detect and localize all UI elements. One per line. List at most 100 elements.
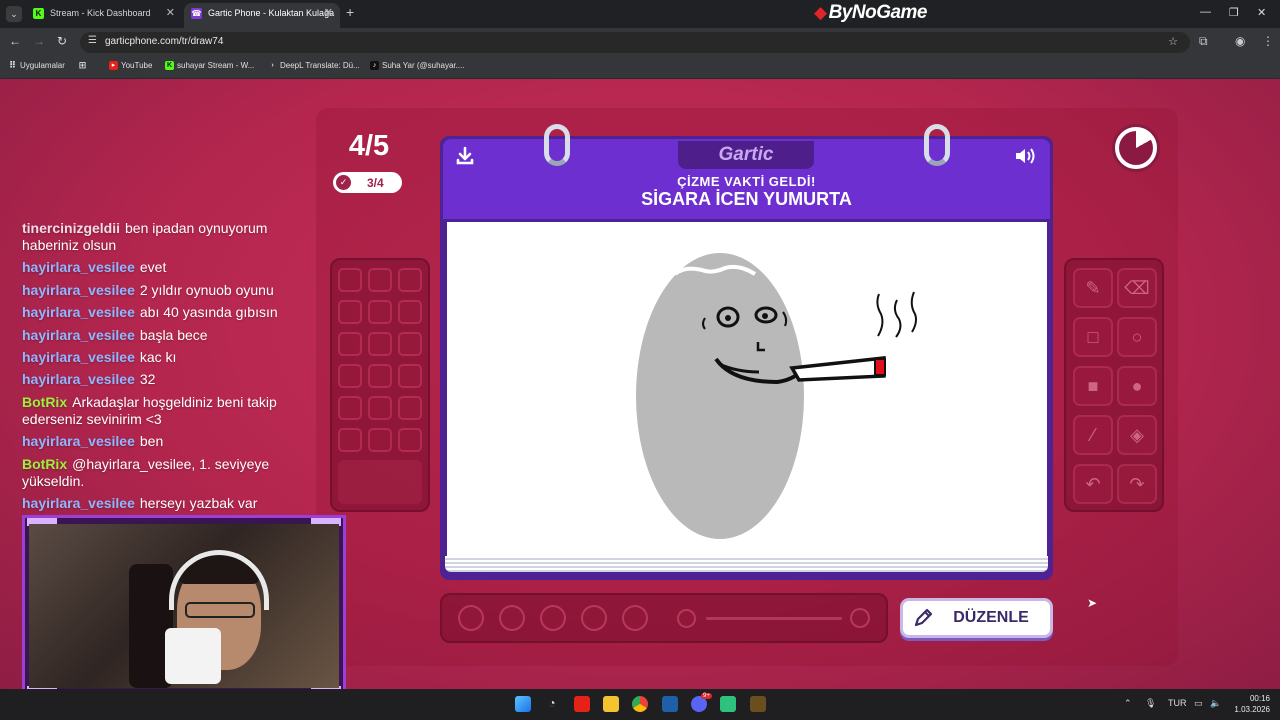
- color-swatch[interactable]: [368, 428, 392, 452]
- site-info-icon[interactable]: ☰: [88, 35, 97, 46]
- color-swatch[interactable]: [398, 332, 422, 356]
- language-indicator[interactable]: TUR: [1168, 698, 1187, 708]
- bookmark-star-icon[interactable]: ☆: [1168, 35, 1178, 48]
- chat-username[interactable]: hayirlara_vesilee: [22, 495, 135, 511]
- speaker-icon[interactable]: 🔈: [1210, 698, 1221, 709]
- system-clock[interactable]: 00:16 1.03.2026: [1230, 693, 1270, 715]
- profile-icon[interactable]: ◉: [1235, 34, 1245, 48]
- chat-username[interactable]: BotRix: [22, 394, 67, 410]
- start-icon[interactable]: [515, 696, 531, 712]
- line-tool-icon[interactable]: ⁄: [1073, 415, 1113, 455]
- search-icon[interactable]: ◔: [544, 696, 560, 712]
- opacity-slider[interactable]: [706, 617, 842, 620]
- chat-username[interactable]: hayirlara_vesilee: [22, 282, 135, 298]
- tab-close-icon[interactable]: ✕: [324, 3, 333, 24]
- color-palette: [330, 258, 430, 512]
- forward-icon[interactable]: →: [33, 34, 45, 48]
- chat-username[interactable]: hayirlara_vesilee: [22, 433, 135, 449]
- chat-username[interactable]: tinercinizgeldii: [22, 220, 120, 236]
- bookmark-kick[interactable]: Ksuhayar Stream - W...: [165, 61, 254, 70]
- bucket-fill-icon[interactable]: ◈: [1117, 415, 1157, 455]
- bookmark-grid[interactable]: ⊞: [78, 61, 87, 70]
- tab-gartic-phone[interactable]: ☎ Gartic Phone - Kulaktan Kulağa ✕: [184, 3, 340, 28]
- back-icon[interactable]: ←: [9, 34, 21, 48]
- color-swatch[interactable]: [398, 268, 422, 292]
- color-swatch[interactable]: [368, 396, 392, 420]
- close-window-icon[interactable]: ✕: [1257, 6, 1266, 19]
- new-tab-button[interactable]: +: [346, 4, 354, 20]
- chat-username[interactable]: hayirlara_vesilee: [22, 349, 135, 365]
- chat-username[interactable]: hayirlara_vesilee: [22, 327, 135, 343]
- brush-size-option[interactable]: [540, 605, 566, 631]
- deepl-icon: ›: [271, 62, 274, 69]
- edit-button[interactable]: DÜZENLE: [900, 598, 1053, 638]
- color-swatch[interactable]: [398, 300, 422, 324]
- tab-title: Gartic Phone - Kulaktan Kulağa: [208, 8, 335, 18]
- volume-icon[interactable]: [1014, 146, 1038, 166]
- whatsapp-icon[interactable]: [720, 696, 736, 712]
- chat-username[interactable]: hayirlara_vesilee: [22, 371, 135, 387]
- rectangle-fill-icon[interactable]: ■: [1073, 366, 1113, 406]
- bookmark-label: DeepL Translate: Dü...: [280, 61, 360, 70]
- tab-search-chevron-icon[interactable]: ⌄: [6, 6, 22, 22]
- minimize-icon[interactable]: —: [1200, 6, 1211, 18]
- eraser-tool-icon[interactable]: ⌫: [1117, 268, 1157, 308]
- bynogame-logo-icon: ◆: [814, 3, 827, 22]
- bookmark-apps[interactable]: ⠿ Uygulamalar: [8, 61, 65, 71]
- youtube-app-icon[interactable]: [574, 696, 590, 712]
- brush-size-option[interactable]: [499, 605, 525, 631]
- bookmark-deepl[interactable]: › DeepL Translate: Dü...: [268, 61, 360, 70]
- color-swatch[interactable]: [338, 268, 362, 292]
- undo-icon[interactable]: ↶: [1073, 464, 1113, 504]
- color-swatch[interactable]: [368, 268, 392, 292]
- clock-time: 00:16: [1249, 694, 1270, 703]
- drawing-canvas[interactable]: [447, 222, 1047, 558]
- network-icon[interactable]: ▭: [1194, 698, 1203, 709]
- file-explorer-icon[interactable]: [603, 696, 619, 712]
- tray-chevron-icon[interactable]: ⌃: [1124, 698, 1132, 709]
- brush-size-option[interactable]: [622, 605, 648, 631]
- color-swatch[interactable]: [398, 396, 422, 420]
- rectangle-outline-icon[interactable]: □: [1073, 317, 1113, 357]
- url-text[interactable]: garticphone.com/tr/draw74: [105, 36, 223, 47]
- bookmark-tiktok[interactable]: ♪ Suha Yar (@suhayar....: [370, 61, 465, 70]
- download-icon[interactable]: [455, 146, 475, 166]
- redo-icon[interactable]: ↷: [1117, 464, 1157, 504]
- brush-size-option[interactable]: [458, 605, 484, 631]
- color-swatch[interactable]: [338, 428, 362, 452]
- chat-username[interactable]: BotRix: [22, 456, 67, 472]
- color-swatch[interactable]: [368, 364, 392, 388]
- color-swatch[interactable]: [368, 332, 392, 356]
- color-swatch[interactable]: [338, 396, 362, 420]
- ellipse-outline-icon[interactable]: ○: [1117, 317, 1157, 357]
- ellipse-fill-icon[interactable]: ●: [1117, 366, 1157, 406]
- opacity-slider-thumb[interactable]: [850, 608, 870, 628]
- tab-close-icon[interactable]: ✕: [166, 3, 175, 24]
- omnibox[interactable]: ☰ garticphone.com/tr/draw74 ☆: [80, 32, 1190, 53]
- microphone-icon[interactable]: 🎙: [1145, 698, 1156, 709]
- league-icon[interactable]: [750, 696, 766, 712]
- brush-size-option[interactable]: [581, 605, 607, 631]
- youtube-icon: ▸: [109, 61, 118, 70]
- color-swatch[interactable]: [338, 364, 362, 388]
- restore-icon[interactable]: ❐: [1229, 6, 1239, 19]
- reload-icon[interactable]: ↻: [57, 34, 67, 48]
- opacity-min-dot[interactable]: [677, 609, 696, 628]
- app-icon[interactable]: [662, 696, 678, 712]
- bookmark-youtube[interactable]: ▸ YouTube: [109, 61, 152, 70]
- chrome-icon[interactable]: [632, 696, 648, 712]
- color-swatch[interactable]: [338, 332, 362, 356]
- menu-kebab-icon[interactable]: ⋮: [1262, 34, 1274, 48]
- color-swatch[interactable]: [398, 428, 422, 452]
- mouse-cursor-icon: ➤: [1087, 596, 1098, 610]
- chat-username[interactable]: hayirlara_vesilee: [22, 304, 135, 320]
- color-swatch[interactable]: [338, 300, 362, 324]
- color-swatch[interactable]: [398, 364, 422, 388]
- extensions-icon[interactable]: ⧉: [1199, 34, 1208, 49]
- pencil-tool-icon[interactable]: ✎: [1073, 268, 1113, 308]
- color-swatch[interactable]: [368, 300, 392, 324]
- bookmark-label: suhayar Stream - W...: [177, 61, 255, 70]
- chat-username[interactable]: hayirlara_vesilee: [22, 259, 135, 275]
- stream-chat: tinercinizgeldii ben ipadan oynuyorum hab…: [22, 220, 302, 517]
- tab-kick-dashboard[interactable]: K Stream - Kick Dashboard ✕: [26, 3, 182, 28]
